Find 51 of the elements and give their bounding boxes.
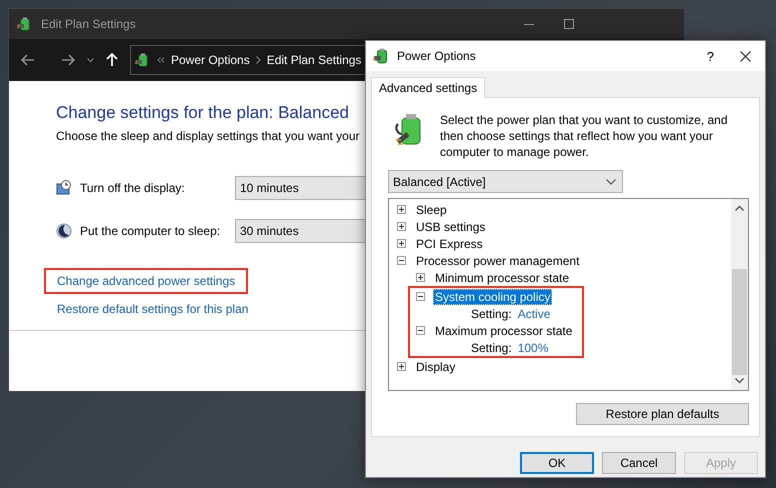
expand-icon[interactable] [397, 362, 406, 371]
setting-label: Put the computer to sleep: [80, 224, 222, 238]
dialog-button[interactable]: OK [520, 452, 594, 474]
help-button[interactable]: ? [686, 48, 734, 64]
setting-label: Setting: [471, 306, 512, 320]
setting-value[interactable]: Active [518, 306, 550, 320]
chevron-right-icon [256, 56, 261, 64]
setting-value[interactable]: 100% [518, 340, 548, 354]
maximize-icon[interactable] [564, 19, 574, 29]
dialog-button[interactable]: Cancel [602, 452, 676, 474]
breadcrumb-item[interactable]: Power Options [171, 53, 250, 67]
tree-item[interactable]: Sleep [414, 202, 449, 218]
scroll-down-icon[interactable] [735, 378, 744, 384]
scroll-up-icon[interactable] [735, 205, 744, 211]
back-arrow-icon[interactable] [21, 54, 35, 66]
tree-item[interactable]: Minimum processor state [433, 270, 572, 286]
page-heading: Change settings for the plan: Balanced [56, 103, 349, 123]
double-chevron-icon [157, 57, 165, 63]
collapse-icon[interactable] [416, 292, 425, 301]
tree-item[interactable]: Maximum processor state [433, 322, 574, 338]
tree-item[interactable]: Processor power management [414, 252, 582, 268]
tree-item[interactable]: USB settings [414, 218, 488, 234]
dialog-title: Power Options [397, 49, 476, 63]
up-arrow-icon[interactable] [106, 53, 118, 67]
link[interactable]: Restore default settings for this plan [44, 296, 262, 322]
expand-icon[interactable] [397, 205, 406, 214]
setting-label: Turn off the display: [80, 181, 186, 195]
tree-item[interactable]: System cooling policy [433, 288, 552, 304]
monitor-clock-icon [56, 180, 72, 196]
expand-icon[interactable] [397, 222, 406, 231]
close-icon[interactable] [740, 50, 751, 62]
tree-item[interactable]: Display [414, 358, 458, 374]
tree-item[interactable]: PCI Express [414, 236, 485, 252]
tab[interactable]: Advanced settings [371, 77, 486, 98]
moon-icon [56, 223, 72, 239]
breadcrumb-item[interactable]: Edit Plan Settings [266, 53, 362, 67]
link[interactable]: Change advanced power settings [44, 268, 248, 294]
collapse-icon[interactable] [416, 326, 425, 335]
window-title: Edit Plan Settings [41, 17, 136, 31]
chevron-down-icon[interactable] [87, 58, 94, 62]
collapse-icon[interactable] [397, 256, 406, 265]
chevron-down-icon [606, 178, 616, 184]
scrollbar[interactable] [731, 199, 748, 390]
forward-arrow-icon[interactable] [61, 54, 75, 66]
expand-icon[interactable] [416, 273, 425, 282]
restore-defaults-button[interactable]: Restore plan defaults [576, 403, 749, 425]
expand-icon[interactable] [397, 239, 406, 248]
plan-dropdown[interactable]: Balanced [Active] [388, 170, 623, 193]
instructions: Select the power plan that you want to customize, and then choose settings that reflect how you want your computer to manage power. [440, 112, 729, 160]
description: Choose the sleep and display settings that you want your [56, 129, 360, 143]
setting-label: Setting: [471, 340, 512, 354]
